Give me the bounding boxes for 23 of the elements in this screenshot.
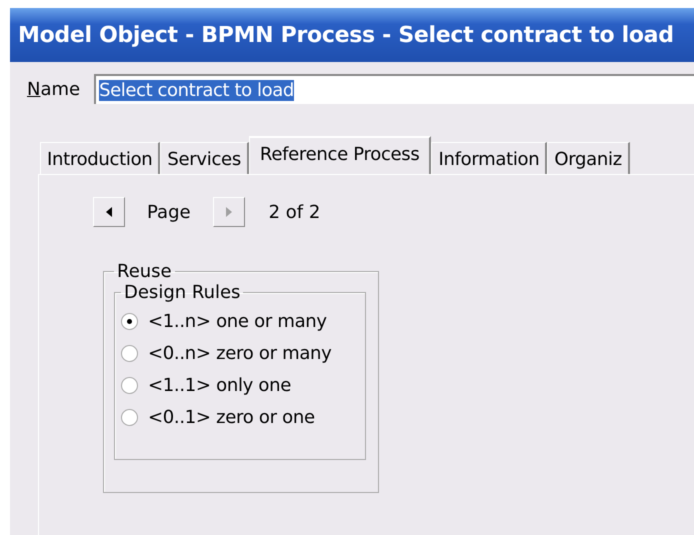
previous-page-button[interactable] bbox=[93, 197, 125, 227]
radio-label[interactable]: <1..n> one or many bbox=[148, 310, 327, 332]
left-arrow-icon bbox=[106, 207, 112, 217]
page-status: 2 of 2 bbox=[268, 202, 320, 222]
window-title: Model Object - BPMN Process - Select contract to load bbox=[18, 22, 674, 48]
group-title: Design Rules bbox=[123, 282, 242, 303]
tab[interactable]: Introduction bbox=[40, 142, 160, 175]
tab[interactable]: Services bbox=[160, 142, 249, 175]
tab[interactable]: Organiz bbox=[547, 142, 630, 175]
radio-button[interactable] bbox=[121, 376, 138, 394]
radio-label[interactable]: <1..1> only one bbox=[148, 374, 292, 396]
radio-label[interactable]: <0..n> zero or many bbox=[148, 342, 332, 364]
page-label: Page bbox=[147, 202, 191, 222]
radio-button[interactable] bbox=[121, 312, 138, 330]
radio-label[interactable]: <0..1> zero or one bbox=[148, 406, 315, 428]
group-title: Reuse bbox=[116, 261, 173, 282]
name-field[interactable]: Select contract to load bbox=[94, 74, 694, 104]
radio-button[interactable] bbox=[121, 344, 138, 362]
radio-button[interactable] bbox=[121, 408, 138, 426]
tab[interactable]: Reference Process bbox=[248, 136, 432, 175]
right-arrow-icon bbox=[226, 207, 232, 217]
name-label: Name bbox=[27, 78, 80, 100]
tab[interactable]: Information bbox=[431, 142, 548, 175]
